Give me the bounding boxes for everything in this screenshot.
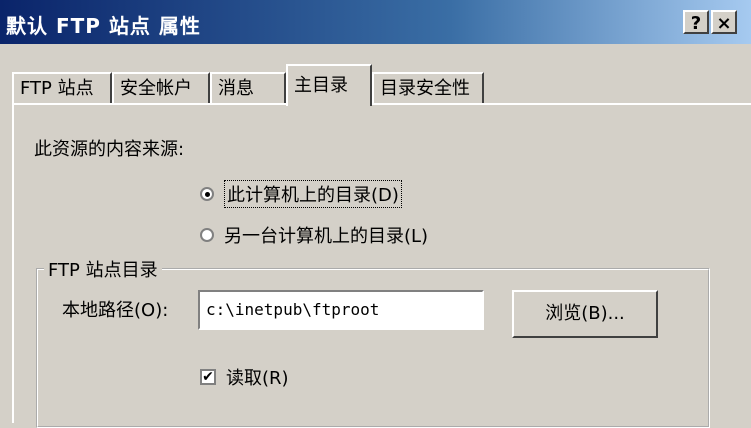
content-source-label: 此资源的内容来源: bbox=[34, 139, 185, 160]
radio-this-computer-label: 此计算机上的目录(D) bbox=[224, 180, 402, 208]
tab-home-directory[interactable]: 主目录 bbox=[286, 64, 372, 106]
radio-unselected-icon[interactable] bbox=[200, 228, 214, 242]
radio-selected-icon[interactable] bbox=[200, 187, 214, 201]
tab-messages[interactable]: 消息 bbox=[210, 72, 286, 104]
tab-security-accounts[interactable]: 安全帐户 bbox=[112, 72, 210, 104]
tab-directory-security[interactable]: 目录安全性 bbox=[372, 72, 484, 104]
read-checkbox-label: 读取(R) bbox=[226, 368, 289, 389]
radio-other-computer-label: 另一台计算机上的目录(L) bbox=[224, 226, 429, 247]
radio-other-computer[interactable]: 另一台计算机上的目录(L) bbox=[200, 222, 428, 248]
local-path-input[interactable]: c:\inetpub\ftproot bbox=[198, 290, 484, 330]
title-bar: 默认 FTP 站点 属性 ? × bbox=[0, 0, 751, 44]
close-button[interactable]: × bbox=[711, 10, 737, 34]
tab-ftp-site[interactable]: FTP 站点 bbox=[12, 72, 112, 104]
checkbox-checked-icon[interactable]: ✔ bbox=[200, 369, 216, 385]
local-path-label: 本地路径(O): bbox=[62, 300, 169, 321]
ftp-directory-group-label: FTP 站点目录 bbox=[44, 256, 162, 282]
help-button[interactable]: ? bbox=[683, 10, 709, 34]
browse-button[interactable]: 浏览(B)... bbox=[512, 290, 658, 338]
radio-this-computer[interactable]: 此计算机上的目录(D) bbox=[200, 180, 402, 208]
read-checkbox-row[interactable]: ✔ 读取(R) bbox=[200, 364, 289, 390]
window-title: 默认 FTP 站点 属性 bbox=[6, 14, 201, 38]
